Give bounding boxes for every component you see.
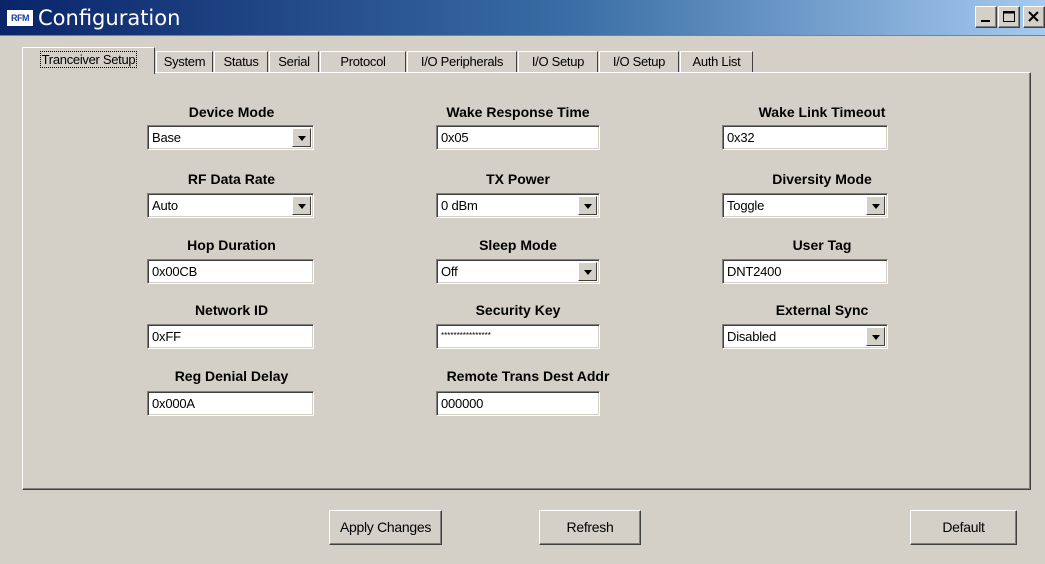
tx-power-label: TX Power — [486, 171, 550, 187]
security-key-label: Security Key — [475, 302, 561, 318]
network-id-label: Network ID — [194, 302, 269, 318]
external-sync-select[interactable]: Disabled — [722, 324, 888, 349]
default-button[interactable]: Default — [910, 510, 1017, 545]
hop-duration-input[interactable]: 0x00CB — [147, 259, 314, 284]
tab-label: System — [163, 54, 206, 69]
reg-denial-delay-label: Reg Denial Delay — [174, 368, 289, 384]
rf-data-rate-select[interactable]: Auto — [147, 193, 314, 218]
chevron-down-icon — [872, 204, 880, 209]
dropdown-button[interactable] — [578, 262, 597, 281]
tab-auth-list[interactable]: Auth List — [680, 51, 753, 73]
tab-io-setup-2[interactable]: I/O Setup — [599, 51, 679, 73]
sleep-mode-select[interactable]: Off — [436, 259, 600, 284]
external-sync-label: External Sync — [775, 302, 869, 318]
diversity-mode-label: Diversity Mode — [772, 171, 872, 187]
tab-label: I/O Setup — [531, 54, 585, 69]
tx-power-value: 0 dBm — [441, 198, 478, 213]
user-tag-label: User Tag — [792, 237, 852, 253]
tab-label: Auth List — [692, 54, 741, 69]
dropdown-button[interactable] — [578, 196, 597, 215]
tab-label: I/O Peripherals — [420, 54, 504, 69]
tab-label: Tranceiver Setup — [39, 51, 138, 68]
close-button[interactable] — [1023, 6, 1045, 28]
tab-io-setup[interactable]: I/O Setup — [518, 51, 598, 73]
wake-response-time-label: Wake Response Time — [446, 104, 590, 120]
chevron-down-icon — [298, 136, 306, 141]
tab-status[interactable]: Status — [214, 51, 268, 73]
tab-label: Status — [223, 54, 259, 69]
chevron-down-icon — [298, 204, 306, 209]
user-tag-input[interactable]: DNT2400 — [722, 259, 888, 284]
wake-link-timeout-label: Wake Link Timeout — [758, 104, 886, 120]
close-icon — [1028, 11, 1039, 22]
security-key-input[interactable]: **************** — [436, 324, 600, 349]
tab-label: Serial — [278, 54, 310, 69]
diversity-mode-value: Toggle — [727, 198, 765, 213]
diversity-mode-select[interactable]: Toggle — [722, 193, 888, 218]
chevron-down-icon — [872, 335, 880, 340]
chevron-down-icon — [584, 204, 592, 209]
chevron-down-icon — [584, 270, 592, 275]
device-mode-value: Base — [152, 130, 181, 145]
remote-trans-dest-addr-label: Remote Trans Dest Addr — [446, 368, 610, 384]
device-mode-label: Device Mode — [188, 104, 275, 120]
window-title: Configuration — [38, 6, 181, 30]
reg-denial-delay-input[interactable]: 0x000A — [147, 391, 314, 416]
external-sync-value: Disabled — [727, 329, 776, 344]
tab-label: Protocol — [340, 54, 386, 69]
wake-link-timeout-input[interactable]: 0x32 — [722, 125, 888, 150]
dropdown-button[interactable] — [292, 196, 311, 215]
maximize-icon — [1003, 11, 1015, 22]
minimize-icon — [981, 20, 990, 22]
tab-serial[interactable]: Serial — [269, 51, 319, 73]
refresh-button[interactable]: Refresh — [539, 510, 641, 545]
tx-power-select[interactable]: 0 dBm — [436, 193, 600, 218]
tab-io-peripherals[interactable]: I/O Peripherals — [407, 51, 517, 73]
hop-duration-label: Hop Duration — [187, 237, 276, 253]
rf-data-rate-value: Auto — [152, 198, 178, 213]
sleep-mode-label: Sleep Mode — [479, 237, 557, 253]
maximize-button[interactable] — [998, 6, 1020, 28]
sleep-mode-value: Off — [441, 264, 458, 279]
dropdown-button[interactable] — [866, 196, 885, 215]
device-mode-select[interactable]: Base — [147, 125, 314, 150]
dropdown-button[interactable] — [292, 128, 311, 147]
app-icon[interactable]: RFM — [6, 9, 34, 27]
tab-label: I/O Setup — [612, 54, 666, 69]
dropdown-button[interactable] — [866, 327, 885, 346]
wake-response-time-input[interactable]: 0x05 — [436, 125, 600, 150]
tab-protocol[interactable]: Protocol — [320, 51, 406, 73]
apply-changes-button[interactable]: Apply Changes — [329, 510, 442, 545]
tab-system[interactable]: System — [156, 51, 213, 73]
title-bar[interactable]: RFM Configuration — [0, 0, 1045, 36]
tab-tranceiver-setup[interactable]: Tranceiver Setup — [22, 47, 155, 74]
minimize-button[interactable] — [975, 6, 997, 28]
remote-trans-dest-addr-input[interactable]: 000000 — [436, 391, 600, 416]
rf-data-rate-label: RF Data Rate — [187, 171, 276, 187]
network-id-input[interactable]: 0xFF — [147, 324, 314, 349]
